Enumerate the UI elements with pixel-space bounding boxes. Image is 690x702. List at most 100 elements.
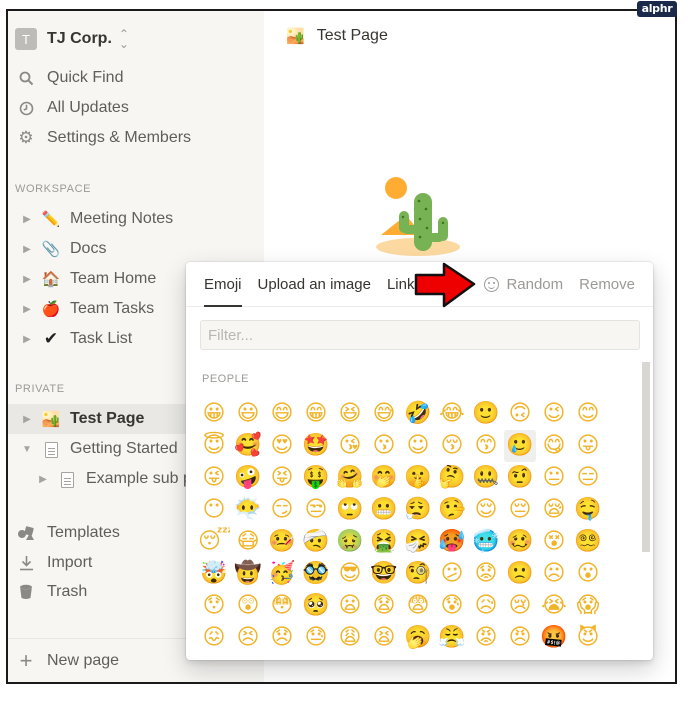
emoji-option[interactable]: 😓	[300, 622, 332, 654]
emoji-option[interactable]: 🤢	[334, 526, 366, 558]
emoji-option[interactable]: 😭	[538, 590, 570, 622]
emoji-option[interactable]: 🤐	[470, 462, 502, 494]
emoji-option[interactable]: 🙄	[334, 494, 366, 526]
emoji-option[interactable]: 😨	[402, 590, 434, 622]
emoji-option[interactable]: 🥺	[300, 590, 332, 622]
emoji-option[interactable]: 🤨	[504, 462, 536, 494]
emoji-option[interactable]: 🤫	[402, 462, 434, 494]
emoji-option[interactable]: 😅	[368, 398, 400, 430]
emoji-option[interactable]: 🤤	[572, 494, 604, 526]
emoji-option[interactable]: 🥴	[504, 526, 536, 558]
page-icon-desert[interactable]	[376, 173, 466, 263]
emoji-option[interactable]: 🥶	[470, 526, 502, 558]
emoji-option[interactable]: 😖	[198, 622, 230, 654]
emoji-option[interactable]: 🧐	[402, 558, 434, 590]
emoji-option[interactable]: 😃	[232, 398, 264, 430]
emoji-filter-input[interactable]	[200, 320, 640, 350]
emoji-option[interactable]: 😳	[266, 590, 298, 622]
emoji-option[interactable]: 😙	[470, 430, 502, 462]
emoji-option[interactable]: 🥸	[300, 558, 332, 590]
emoji-option[interactable]: 😶	[198, 494, 230, 526]
sidebar-item-templates[interactable]: Templates	[15, 521, 120, 545]
emoji-option[interactable]: 😒	[300, 494, 332, 526]
workspace-switcher[interactable]: T TJ Corp. ⌃ ⌄	[15, 27, 129, 51]
expand-arrow-icon[interactable]: ▶	[36, 474, 50, 485]
emoji-option[interactable]: 😔	[504, 494, 536, 526]
emoji-option[interactable]: 😩	[334, 622, 366, 654]
emoji-option[interactable]: 😘	[334, 430, 366, 462]
emoji-option[interactable]: 🙂	[470, 398, 502, 430]
emoji-option[interactable]: 🤑	[300, 462, 332, 494]
emoji-option[interactable]: 🤩	[300, 430, 332, 462]
expand-arrow-icon[interactable]: ▶	[20, 274, 34, 285]
emoji-option[interactable]: 😶‍🌫️	[232, 494, 264, 526]
emoji-option[interactable]: 😇	[198, 430, 230, 462]
emoji-option[interactable]: 🥱	[402, 622, 434, 654]
emoji-option[interactable]: 😵‍💫	[572, 526, 604, 558]
emoji-option[interactable]: 🤧	[402, 526, 434, 558]
sidebar-item-import[interactable]: Import	[15, 551, 92, 575]
emoji-option[interactable]: 😮‍💨	[402, 494, 434, 526]
tab-emoji[interactable]: Emoji	[196, 262, 250, 307]
emoji-option[interactable]: 😐	[538, 462, 570, 494]
expand-arrow-icon[interactable]: ▶	[20, 214, 34, 225]
emoji-option[interactable]: 😌	[470, 494, 502, 526]
emoji-option[interactable]: 🤮	[368, 526, 400, 558]
picker-scrollbar[interactable]	[642, 362, 650, 552]
emoji-option[interactable]: 🥵	[436, 526, 468, 558]
emoji-option[interactable]: 😛	[572, 430, 604, 462]
emoji-option[interactable]: 😁	[300, 398, 332, 430]
sidebar-item-quick-find[interactable]: Quick Find	[15, 66, 123, 90]
emoji-option[interactable]: 😯	[198, 590, 230, 622]
emoji-option[interactable]: 🥰	[232, 430, 264, 462]
emoji-option[interactable]: 😵	[538, 526, 570, 558]
emoji-option[interactable]: 😮	[572, 558, 604, 590]
emoji-option[interactable]: 🥲	[504, 430, 536, 462]
emoji-option[interactable]: 😟	[470, 558, 502, 590]
emoji-option[interactable]: 🤒	[266, 526, 298, 558]
emoji-option[interactable]: 😣	[232, 622, 264, 654]
emoji-option[interactable]: 😋	[538, 430, 570, 462]
emoji-option[interactable]: 😷	[232, 526, 264, 558]
emoji-option[interactable]: 🥳	[266, 558, 298, 590]
expand-arrow-icon[interactable]: ▶	[20, 414, 34, 425]
breadcrumb[interactable]: 🏜️ Test Page	[286, 27, 388, 45]
emoji-option[interactable]: 🤭	[368, 462, 400, 494]
expand-arrow-icon[interactable]: ▶	[20, 304, 34, 315]
emoji-option[interactable]: 😴	[198, 526, 230, 558]
emoji-option[interactable]: 😈	[572, 622, 604, 654]
emoji-option[interactable]: 🤗	[334, 462, 366, 494]
emoji-option[interactable]: 🤣	[402, 398, 434, 430]
emoji-option[interactable]: ☺	[402, 430, 434, 462]
emoji-option[interactable]: 🙃	[504, 398, 536, 430]
emoji-option[interactable]: 🤪	[232, 462, 264, 494]
expand-arrow-icon[interactable]: ▶	[20, 334, 34, 345]
remove-button[interactable]: Remove	[571, 276, 643, 293]
emoji-option[interactable]: 🤯	[198, 558, 230, 590]
emoji-option[interactable]: 🤥	[436, 494, 468, 526]
emoji-option[interactable]: 😑	[572, 462, 604, 494]
emoji-option[interactable]: 😞	[266, 622, 298, 654]
emoji-option[interactable]: 😥	[470, 590, 502, 622]
emoji-option[interactable]: 🤔	[436, 462, 468, 494]
emoji-option[interactable]: 🤬	[538, 622, 570, 654]
emoji-option[interactable]: 😦	[334, 590, 366, 622]
emoji-option[interactable]: 🤓	[368, 558, 400, 590]
sidebar-item-all-updates[interactable]: All Updates	[15, 96, 129, 120]
emoji-option[interactable]: 😄	[266, 398, 298, 430]
emoji-option[interactable]: 😕	[436, 558, 468, 590]
emoji-option[interactable]: 😤	[436, 622, 468, 654]
emoji-option[interactable]: ☹	[538, 558, 570, 590]
sidebar-item-trash[interactable]: Trash	[15, 580, 87, 604]
emoji-option[interactable]: 😀	[198, 398, 230, 430]
random-button[interactable]: Random	[476, 276, 571, 293]
emoji-option[interactable]: 🙁	[504, 558, 536, 590]
emoji-option[interactable]: 🤕	[300, 526, 332, 558]
emoji-option[interactable]: 😱	[572, 590, 604, 622]
expand-arrow-icon[interactable]: ▶	[20, 244, 34, 255]
emoji-option[interactable]: 😆	[334, 398, 366, 430]
emoji-option[interactable]: 😰	[436, 590, 468, 622]
emoji-option[interactable]: 😫	[368, 622, 400, 654]
emoji-option[interactable]: 😊	[572, 398, 604, 430]
collapse-arrow-icon[interactable]: ▼	[20, 444, 34, 455]
